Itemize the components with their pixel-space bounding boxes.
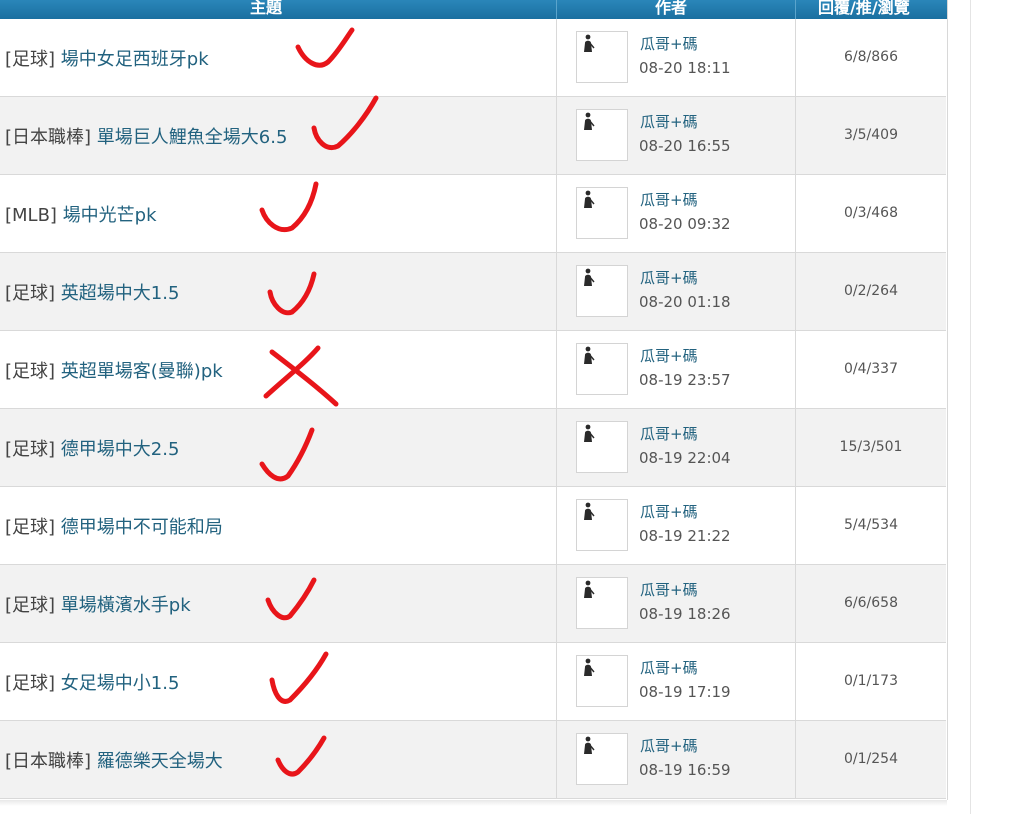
red-cross-mark-icon — [263, 345, 339, 407]
handwritten-marks-overlay — [259, 27, 379, 777]
red-check-mark-icon — [311, 95, 379, 150]
red-check-mark-icon — [259, 427, 315, 482]
red-check-mark-icon — [267, 271, 317, 316]
page-divider — [970, 0, 971, 814]
red-check-mark-icon — [265, 577, 317, 621]
red-check-mark-icon — [269, 651, 329, 704]
table-bottom-shadow — [0, 800, 947, 806]
red-check-mark-icon — [295, 27, 355, 68]
red-check-mark-icon — [275, 735, 327, 777]
topic-table: 主題 作者 回覆/推/瀏覽 [足球] 場中女足西班牙pk 瓜哥+碼 08-20 18… — [0, 0, 948, 800]
red-check-mark-icon — [259, 181, 319, 232]
